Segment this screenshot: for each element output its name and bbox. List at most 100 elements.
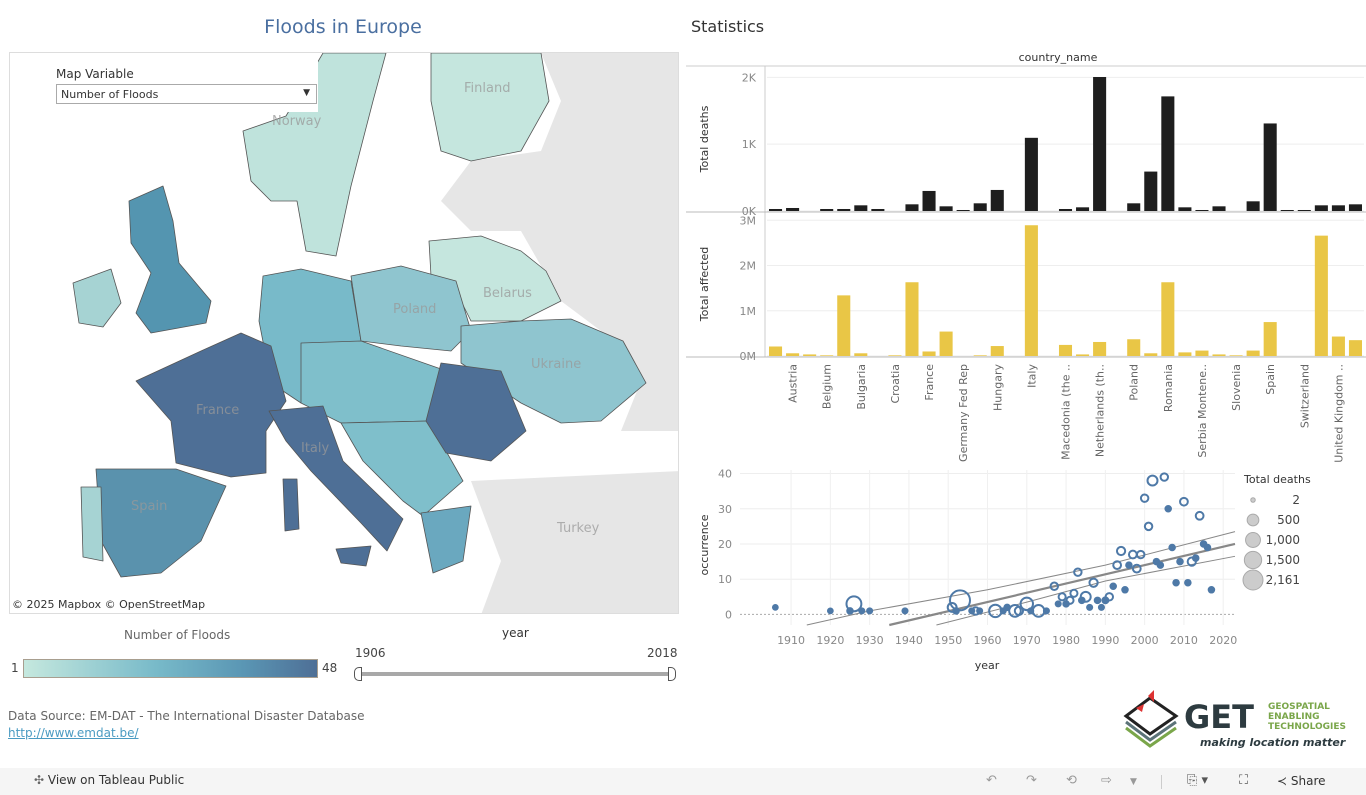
bar-affected xyxy=(990,346,1004,356)
x-category-label: Germany Fed Rep xyxy=(957,364,970,462)
bar-affected xyxy=(769,346,783,356)
size-legend-mark xyxy=(1246,513,1260,527)
data-point xyxy=(1109,582,1117,591)
trend-line xyxy=(889,542,1236,627)
refresh-icon[interactable]: ⇨ xyxy=(1101,773,1112,788)
data-point xyxy=(1088,577,1099,588)
map-variable-label: Map Variable xyxy=(56,67,134,81)
data-point xyxy=(1065,595,1075,605)
map-variable-dropdown[interactable]: Number of Floods ▼ xyxy=(56,84,317,104)
bar-deaths xyxy=(1297,209,1311,211)
data-point xyxy=(1069,588,1079,598)
year-filter-title: year xyxy=(502,626,529,640)
y-tick-label: 3M xyxy=(740,214,757,227)
country-portugal[interactable] xyxy=(80,486,104,562)
y-tick-label: 1K xyxy=(742,138,757,151)
bar-affected xyxy=(837,295,851,356)
x-tick-label: 1980 xyxy=(1052,634,1080,647)
scatter-y-title: occurrence xyxy=(698,514,711,575)
size-legend-label: 2 xyxy=(1292,493,1300,507)
y-tick-label: 0 xyxy=(725,608,732,621)
map-label-spain: Spain xyxy=(131,499,167,514)
size-legend-label: 1,000 xyxy=(1266,533,1300,547)
data-point xyxy=(1135,549,1146,560)
data-point xyxy=(1156,561,1165,569)
size-legend-mark xyxy=(1250,497,1256,503)
year-slider-max-handle[interactable] xyxy=(668,667,676,681)
turkey-land xyxy=(471,471,678,613)
size-legend-mark xyxy=(1242,569,1264,591)
refresh-dropdown-icon[interactable]: ▼ xyxy=(1130,777,1137,787)
bar-affected xyxy=(1195,350,1209,356)
data-point xyxy=(1143,521,1154,532)
download-icon[interactable]: ⎘ ▾ xyxy=(1187,773,1208,788)
country-sardinia[interactable] xyxy=(282,478,300,532)
logo-text: GET xyxy=(1184,698,1254,736)
bar-deaths xyxy=(1212,206,1226,211)
x-category-label: Romania xyxy=(1162,364,1175,412)
country-sicily[interactable] xyxy=(335,545,372,567)
data-point xyxy=(1054,600,1062,608)
bar-deaths xyxy=(1024,137,1038,211)
y-tick-label: 20 xyxy=(718,538,732,551)
map-canvas: Finland Norway Belarus Poland Ukraine Fr… xyxy=(10,53,678,613)
share-button[interactable]: ≺ Share xyxy=(1277,774,1326,788)
year-filter-min: 1906 xyxy=(355,646,386,660)
x-category-label: Italy xyxy=(1025,364,1038,388)
size-legend-mark xyxy=(1243,550,1263,570)
dashboard-title: Floods in Europe xyxy=(264,16,422,38)
data-point xyxy=(1127,549,1138,560)
x-category-label: Bulgaria xyxy=(855,364,868,410)
deaths-axis-title: Total deaths xyxy=(698,105,711,173)
size-legend-label: 2,161 xyxy=(1266,573,1300,587)
view-on-tableau-label: View on Tableau Public xyxy=(47,773,185,787)
data-source-link[interactable]: http://www.emdat.be/ xyxy=(8,726,139,740)
map-label-turkey: Turkey xyxy=(556,521,600,536)
bar-deaths xyxy=(1161,96,1175,211)
map-attribution[interactable]: © 2025 Mapbox © OpenStreetMap xyxy=(10,598,208,611)
data-point xyxy=(1176,557,1184,566)
bar-deaths xyxy=(990,189,1004,211)
bar-deaths xyxy=(1058,208,1073,211)
map-variable-value: Number of Floods xyxy=(61,88,159,101)
bar-deaths xyxy=(1280,209,1294,211)
map-label-france: France xyxy=(196,403,239,418)
x-category-label: Hungary xyxy=(991,364,1004,411)
toolbar-divider xyxy=(1161,775,1162,789)
data-point xyxy=(1093,596,1102,605)
x-tick-label: 1930 xyxy=(856,634,884,647)
data-point xyxy=(901,607,909,615)
view-on-tableau-button[interactable]: ✣ View on Tableau Public xyxy=(34,773,184,787)
bar-deaths xyxy=(922,190,936,211)
fullscreen-icon[interactable]: ⛶ xyxy=(1239,773,1248,788)
dropdown-arrow-icon: ▼ xyxy=(303,88,310,98)
bar-affected xyxy=(803,354,817,356)
column-header: country_name xyxy=(1019,51,1098,64)
revert-icon[interactable]: ⟲ xyxy=(1066,773,1077,788)
x-category-label: Macedonia (the .. xyxy=(1060,364,1073,460)
europe-map[interactable]: Finland Norway Belarus Poland Ukraine Fr… xyxy=(9,52,679,614)
map-label-italy: Italy xyxy=(301,441,330,456)
x-category-label: Austria xyxy=(787,364,800,403)
undo-icon[interactable]: ↶ xyxy=(986,773,997,788)
data-point xyxy=(1184,578,1192,587)
year-slider-track[interactable] xyxy=(358,672,674,676)
y-tick-label: 2M xyxy=(740,260,757,273)
data-point xyxy=(1121,586,1129,594)
bar-affected xyxy=(1331,336,1345,356)
x-tick-label: 1950 xyxy=(934,634,962,647)
x-category-label: Spain xyxy=(1264,364,1277,395)
data-point xyxy=(1191,554,1200,562)
bar-deaths xyxy=(939,206,953,211)
year-slider-min-handle[interactable] xyxy=(354,667,362,681)
tableau-icon: ✣ xyxy=(34,773,48,787)
redo-icon[interactable]: ↷ xyxy=(1026,773,1037,788)
data-point xyxy=(1031,604,1046,618)
data-point xyxy=(1207,586,1216,594)
data-point xyxy=(826,607,834,615)
data-point xyxy=(1115,545,1127,557)
bar-deaths xyxy=(871,208,885,211)
color-legend-max: 48 xyxy=(322,661,338,675)
size-legend-title: Total deaths xyxy=(1243,473,1311,486)
data-point xyxy=(1086,603,1094,611)
